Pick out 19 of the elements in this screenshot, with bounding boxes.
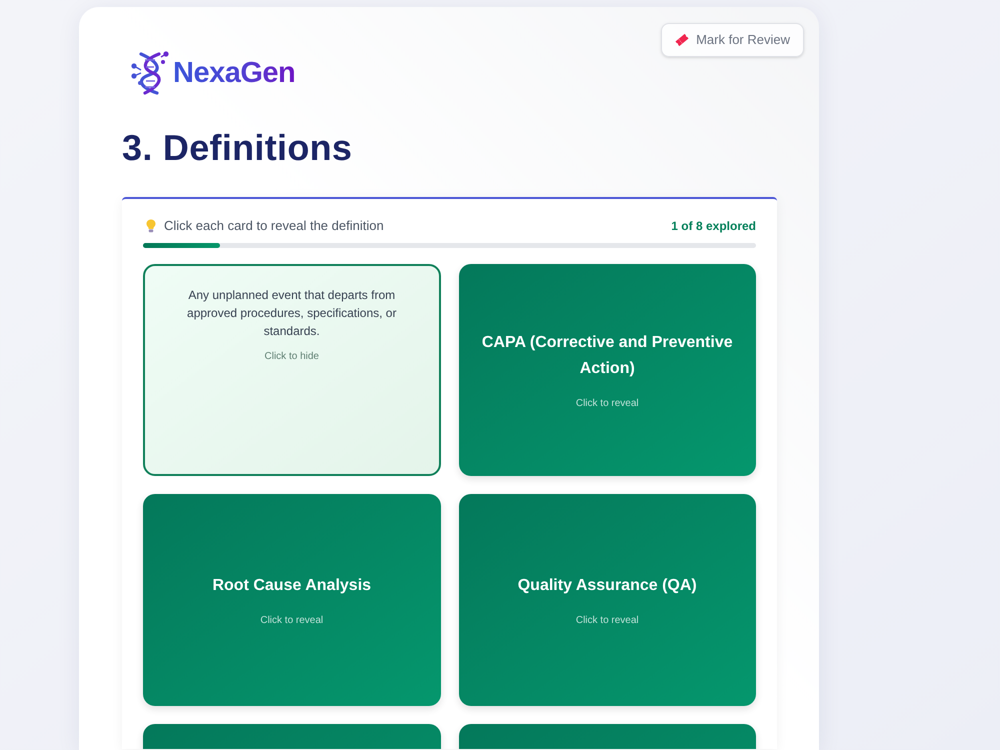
- card-term: Quality Assurance (QA): [518, 576, 697, 596]
- definition-card[interactable]: Root Cause Analysis Click to reveal: [143, 494, 440, 706]
- card-definition: Any unplanned event that departs from approved procedures, specifications, or standards.: [186, 287, 398, 340]
- definition-card[interactable]: CAPA (Corrective and Preventive Action) Click to reveal: [458, 264, 756, 476]
- instruction-text: Click each card to reveal the definition: [164, 217, 384, 236]
- lightbulb-icon: [146, 219, 156, 233]
- mark-for-review-button[interactable]: Mark for Review: [661, 23, 804, 57]
- explored-count: 1 of 8 explored: [671, 218, 756, 235]
- card-hint: Click to reveal: [260, 614, 324, 628]
- ticket-icon: [675, 33, 690, 47]
- card-term: CAPA (Corrective and Preventive Action): [480, 332, 734, 378]
- card-hint: Click to reveal: [576, 396, 639, 410]
- card-hint: Click to reveal: [576, 614, 639, 628]
- card-hint: Click to hide: [264, 350, 319, 364]
- dna-icon: [131, 51, 169, 95]
- definition-card[interactable]: Any unplanned event that departs from approved procedures, specifications, or standards. Click to hide: [143, 264, 440, 476]
- section-heading: 3. Definitions: [122, 126, 354, 169]
- card-term: Root Cause Analysis: [212, 576, 372, 596]
- definition-card[interactable]: Quality Assurance (QA) Click to reveal: [458, 494, 756, 706]
